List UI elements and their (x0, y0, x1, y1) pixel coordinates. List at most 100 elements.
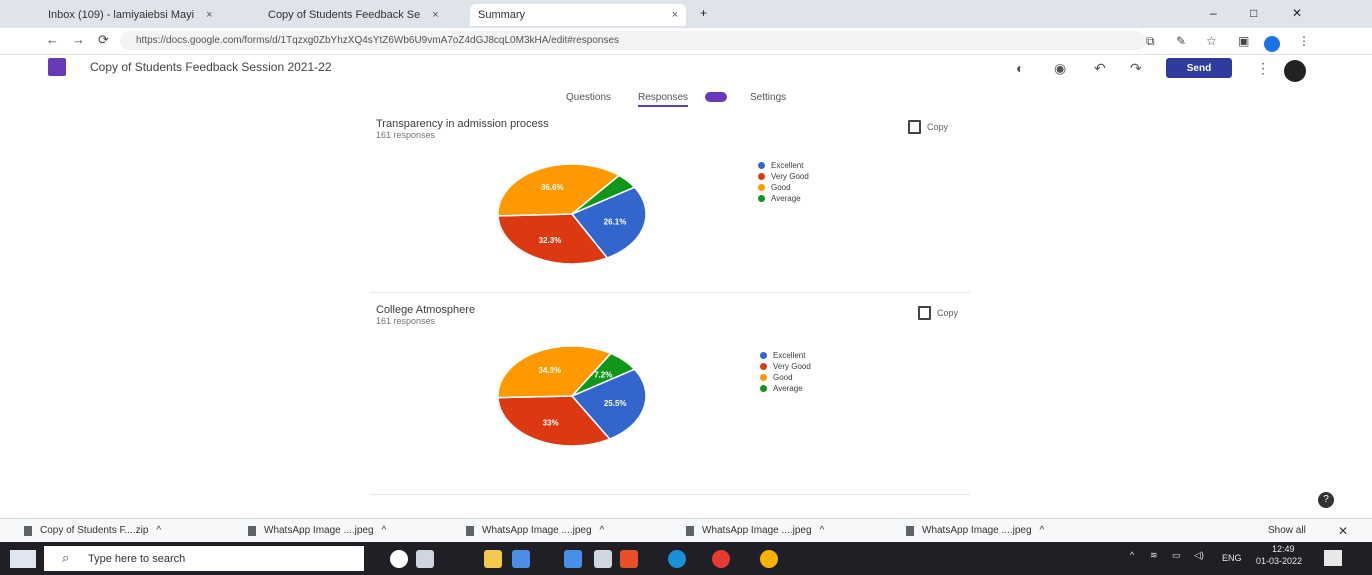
edge-icon[interactable] (668, 550, 686, 568)
close-window-button[interactable]: ✕ (1292, 6, 1302, 20)
close-downloads-button[interactable]: ✕ (1338, 524, 1348, 538)
legend-label: Very Good (773, 362, 811, 371)
file-explorer-icon[interactable] (484, 550, 502, 568)
tab-settings[interactable]: Settings (750, 92, 786, 103)
chevron-up-icon[interactable]: ^ (156, 525, 161, 536)
star-icon[interactable]: ☆ (1206, 34, 1217, 48)
form-title[interactable]: Copy of Students Feedback Session 2021-2… (90, 60, 332, 74)
tab-label: Inbox (109) - lamiyaiebsi Mayi (48, 9, 195, 21)
legend-item: Average (758, 193, 809, 204)
chevron-up-icon[interactable]: ^ (600, 525, 605, 536)
copy-chart-button[interactable]: Copy (918, 306, 958, 320)
task-view-icon[interactable] (416, 550, 434, 568)
tab-label: Summary (478, 9, 526, 21)
maximize-button[interactable]: □ (1250, 6, 1257, 20)
download-item[interactable]: Copy of Students F....zip ^ (24, 525, 161, 536)
question-title: College Atmosphere (376, 304, 476, 316)
notification-icon[interactable] (1324, 550, 1342, 566)
menu-icon[interactable]: ⋮ (1298, 34, 1310, 48)
share-icon[interactable]: ⧉ (1146, 34, 1155, 49)
battery-icon[interactable]: ▭ (1172, 550, 1181, 561)
mail-icon[interactable] (564, 550, 582, 568)
clock-date[interactable]: 01-03-2022 (1256, 556, 1302, 566)
forward-button[interactable]: → (72, 32, 85, 47)
download-item[interactable]: WhatsApp Image ....jpeg ^ (248, 525, 386, 536)
cortana-icon[interactable] (390, 550, 408, 568)
chevron-up-icon[interactable]: ^ (820, 525, 825, 536)
volume-icon[interactable]: ◁) (1194, 550, 1204, 561)
download-label: WhatsApp Image ....jpeg (482, 525, 592, 536)
forms-logo-icon[interactable] (48, 58, 66, 76)
close-icon[interactable]: × (206, 9, 212, 21)
legend-swatch (760, 374, 767, 381)
download-item[interactable]: WhatsApp Image ....jpeg ^ (466, 525, 604, 536)
back-button[interactable]: ← (46, 32, 59, 47)
file-icon (24, 525, 32, 536)
browser-tab-inbox[interactable]: Inbox (109) - lamiyaiebsi Mayi × (40, 4, 221, 26)
search-icon: ⌕ (62, 550, 70, 565)
question-title: Transparency in admission process (376, 118, 549, 130)
legend-swatch (760, 352, 767, 359)
copy-chart-button[interactable]: Copy (908, 120, 948, 134)
legend-item: Average (760, 383, 811, 394)
reload-button[interactable]: ⟳ (98, 32, 109, 48)
browser-tab-bar: Inbox (109) - lamiyaiebsi Mayi × Copy of… (0, 0, 1372, 28)
response-count-badge (705, 92, 727, 102)
search-placeholder: Type here to search (88, 553, 186, 565)
tab-questions[interactable]: Questions (566, 92, 611, 103)
show-all-button[interactable]: Show all (1268, 525, 1306, 536)
more-options-icon[interactable]: ⋮ (1256, 60, 1270, 77)
browser-tab-form[interactable]: Copy of Students Feedback Se × (260, 4, 447, 26)
copy-label: Copy (937, 308, 959, 318)
browser-tab-summary[interactable]: Summary × (470, 4, 686, 26)
redo-icon[interactable]: ↷ (1130, 60, 1142, 77)
language-indicator[interactable]: ENG (1222, 553, 1242, 563)
legend-label: Good (773, 373, 793, 382)
app-icon[interactable] (594, 550, 612, 568)
card-divider (370, 292, 970, 293)
download-item[interactable]: WhatsApp Image ....jpeg ^ (906, 525, 1044, 536)
new-tab-button[interactable]: + (700, 6, 707, 20)
windows-start-icon[interactable] (10, 550, 36, 568)
undo-icon[interactable]: ↶ (1094, 60, 1106, 77)
chevron-up-icon[interactable]: ^ (1040, 525, 1045, 536)
profile-avatar[interactable] (1264, 36, 1280, 52)
preview-eye-icon[interactable]: ◉ (1054, 60, 1066, 77)
tray-chevron-icon[interactable]: ^ (1130, 550, 1134, 560)
copy-label: Copy (927, 122, 949, 132)
help-icon[interactable]: ? (1318, 492, 1334, 508)
office-icon[interactable] (620, 550, 638, 568)
legend-swatch (758, 184, 765, 191)
legend-label: Average (771, 194, 801, 203)
account-avatar[interactable] (1284, 60, 1306, 82)
legend-item: Good (760, 372, 811, 383)
close-icon[interactable]: × (672, 9, 678, 21)
download-item[interactable]: WhatsApp Image ....jpeg ^ (686, 525, 824, 536)
legend-swatch (758, 162, 765, 169)
store-icon[interactable] (512, 550, 530, 568)
legend-label: Excellent (773, 351, 806, 360)
chrome-icon[interactable] (760, 550, 778, 568)
downloads-bar: Copy of Students F....zip ^ WhatsApp Ima… (0, 518, 1372, 543)
send-button[interactable]: Send (1166, 58, 1232, 78)
slice-value-label: 33% (543, 418, 559, 427)
chevron-up-icon[interactable]: ^ (382, 525, 387, 536)
legend-item: Excellent (758, 160, 809, 171)
legend-swatch (758, 173, 765, 180)
pie-chart: 25.5% 33% 34.3% 7.2% (498, 345, 647, 447)
minimize-button[interactable]: – (1210, 6, 1217, 20)
clock-time[interactable]: 12:49 (1272, 544, 1295, 554)
palette-icon[interactable]: ◐ (1016, 60, 1024, 76)
opera-icon[interactable] (712, 550, 730, 568)
extension-icon[interactable]: ✎ (1176, 34, 1186, 48)
slice-value-label: 7.2% (594, 371, 612, 380)
close-icon[interactable]: × (432, 9, 438, 21)
slice-value-label: 25.5% (604, 399, 627, 408)
sidebar-icon[interactable]: ▣ (1238, 34, 1249, 48)
tab-responses[interactable]: Responses (638, 92, 689, 107)
slice-value-label: 26.1% (604, 218, 627, 227)
taskbar-search[interactable]: ⌕ Type here to search (44, 546, 364, 571)
url-input[interactable]: https://docs.google.com/forms/d/1Tqzxg0Z… (120, 31, 1146, 50)
legend-swatch (760, 363, 767, 370)
wifi-icon[interactable]: ≋ (1150, 550, 1158, 561)
